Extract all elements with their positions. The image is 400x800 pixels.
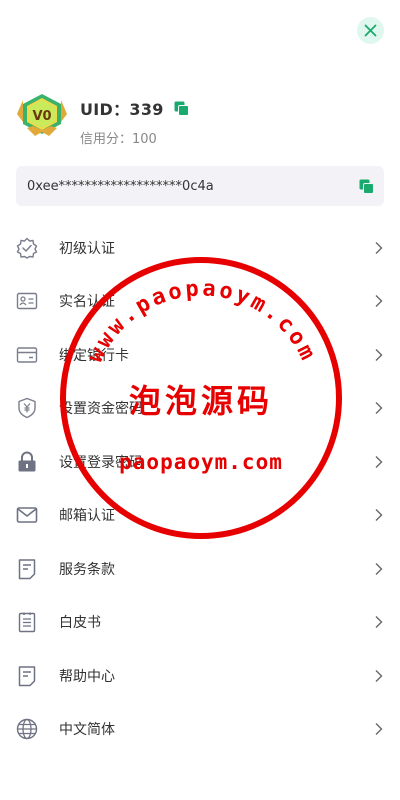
close-icon (364, 24, 377, 37)
clipboard-icon (16, 611, 38, 633)
wallet-address: 0xee*******************0c4a (27, 178, 214, 194)
copy-icon[interactable] (174, 101, 189, 116)
menu-item-terms-of-service[interactable]: 服务条款 (0, 542, 400, 596)
menu-item-label: 实名认证 (59, 294, 115, 311)
mail-icon (16, 504, 38, 526)
chevron-right-icon (375, 295, 383, 308)
chevron-right-icon (375, 455, 383, 468)
profile-section: V0 UID：339 信用分：100 (17, 92, 189, 147)
id-card-icon (16, 290, 38, 312)
menu-item-email-verification[interactable]: 邮箱认证 (0, 489, 400, 543)
menu-item-whitepaper[interactable]: 白皮书 (0, 596, 400, 650)
close-button[interactable] (357, 17, 384, 44)
menu-item-fund-password[interactable]: 设置资金密码 (0, 382, 400, 436)
chevron-right-icon (375, 402, 383, 415)
menu-item-label: 服务条款 (59, 561, 115, 578)
settings-menu: 初级认证 实名认证 绑定银行卡 设置资金密码 设置登录密码 邮箱认证 服务条款 … (0, 221, 400, 756)
svg-text:V0: V0 (32, 109, 51, 124)
menu-item-label: 中文简体 (59, 722, 115, 739)
shield-check-icon (16, 237, 38, 259)
chevron-right-icon (375, 348, 383, 361)
chevron-right-icon (375, 509, 383, 522)
chevron-right-icon (375, 669, 383, 682)
help-document-icon (16, 665, 38, 687)
menu-item-help-center[interactable]: 帮助中心 (0, 649, 400, 703)
lock-icon (16, 451, 38, 473)
menu-item-label: 设置资金密码 (59, 401, 143, 418)
bank-card-icon (16, 344, 38, 366)
menu-item-real-name-verification[interactable]: 实名认证 (0, 275, 400, 329)
chevron-right-icon (375, 616, 383, 629)
menu-item-label: 白皮书 (59, 615, 101, 632)
wallet-address-box: 0xee*******************0c4a (16, 166, 384, 206)
menu-item-label: 帮助中心 (59, 668, 115, 685)
chevron-right-icon (375, 241, 383, 254)
document-icon (16, 558, 38, 580)
menu-item-bind-bank-card[interactable]: 绑定银行卡 (0, 328, 400, 382)
chevron-right-icon (375, 562, 383, 575)
yen-shield-icon (16, 397, 38, 419)
menu-item-label: 初级认证 (59, 240, 115, 257)
chevron-right-icon (375, 723, 383, 736)
menu-item-language[interactable]: 中文简体 (0, 703, 400, 757)
copy-address-icon[interactable] (359, 179, 374, 194)
menu-item-label: 邮箱认证 (59, 508, 115, 525)
uid-label: UID：339 (80, 100, 164, 119)
menu-item-basic-verification[interactable]: 初级认证 (0, 221, 400, 275)
menu-item-label: 设置登录密码 (59, 454, 143, 471)
credit-score: 信用分：100 (80, 132, 157, 147)
globe-icon (16, 718, 38, 740)
menu-item-login-password[interactable]: 设置登录密码 (0, 435, 400, 489)
vip-badge-icon: V0 (17, 94, 67, 136)
menu-item-label: 绑定银行卡 (59, 347, 129, 364)
